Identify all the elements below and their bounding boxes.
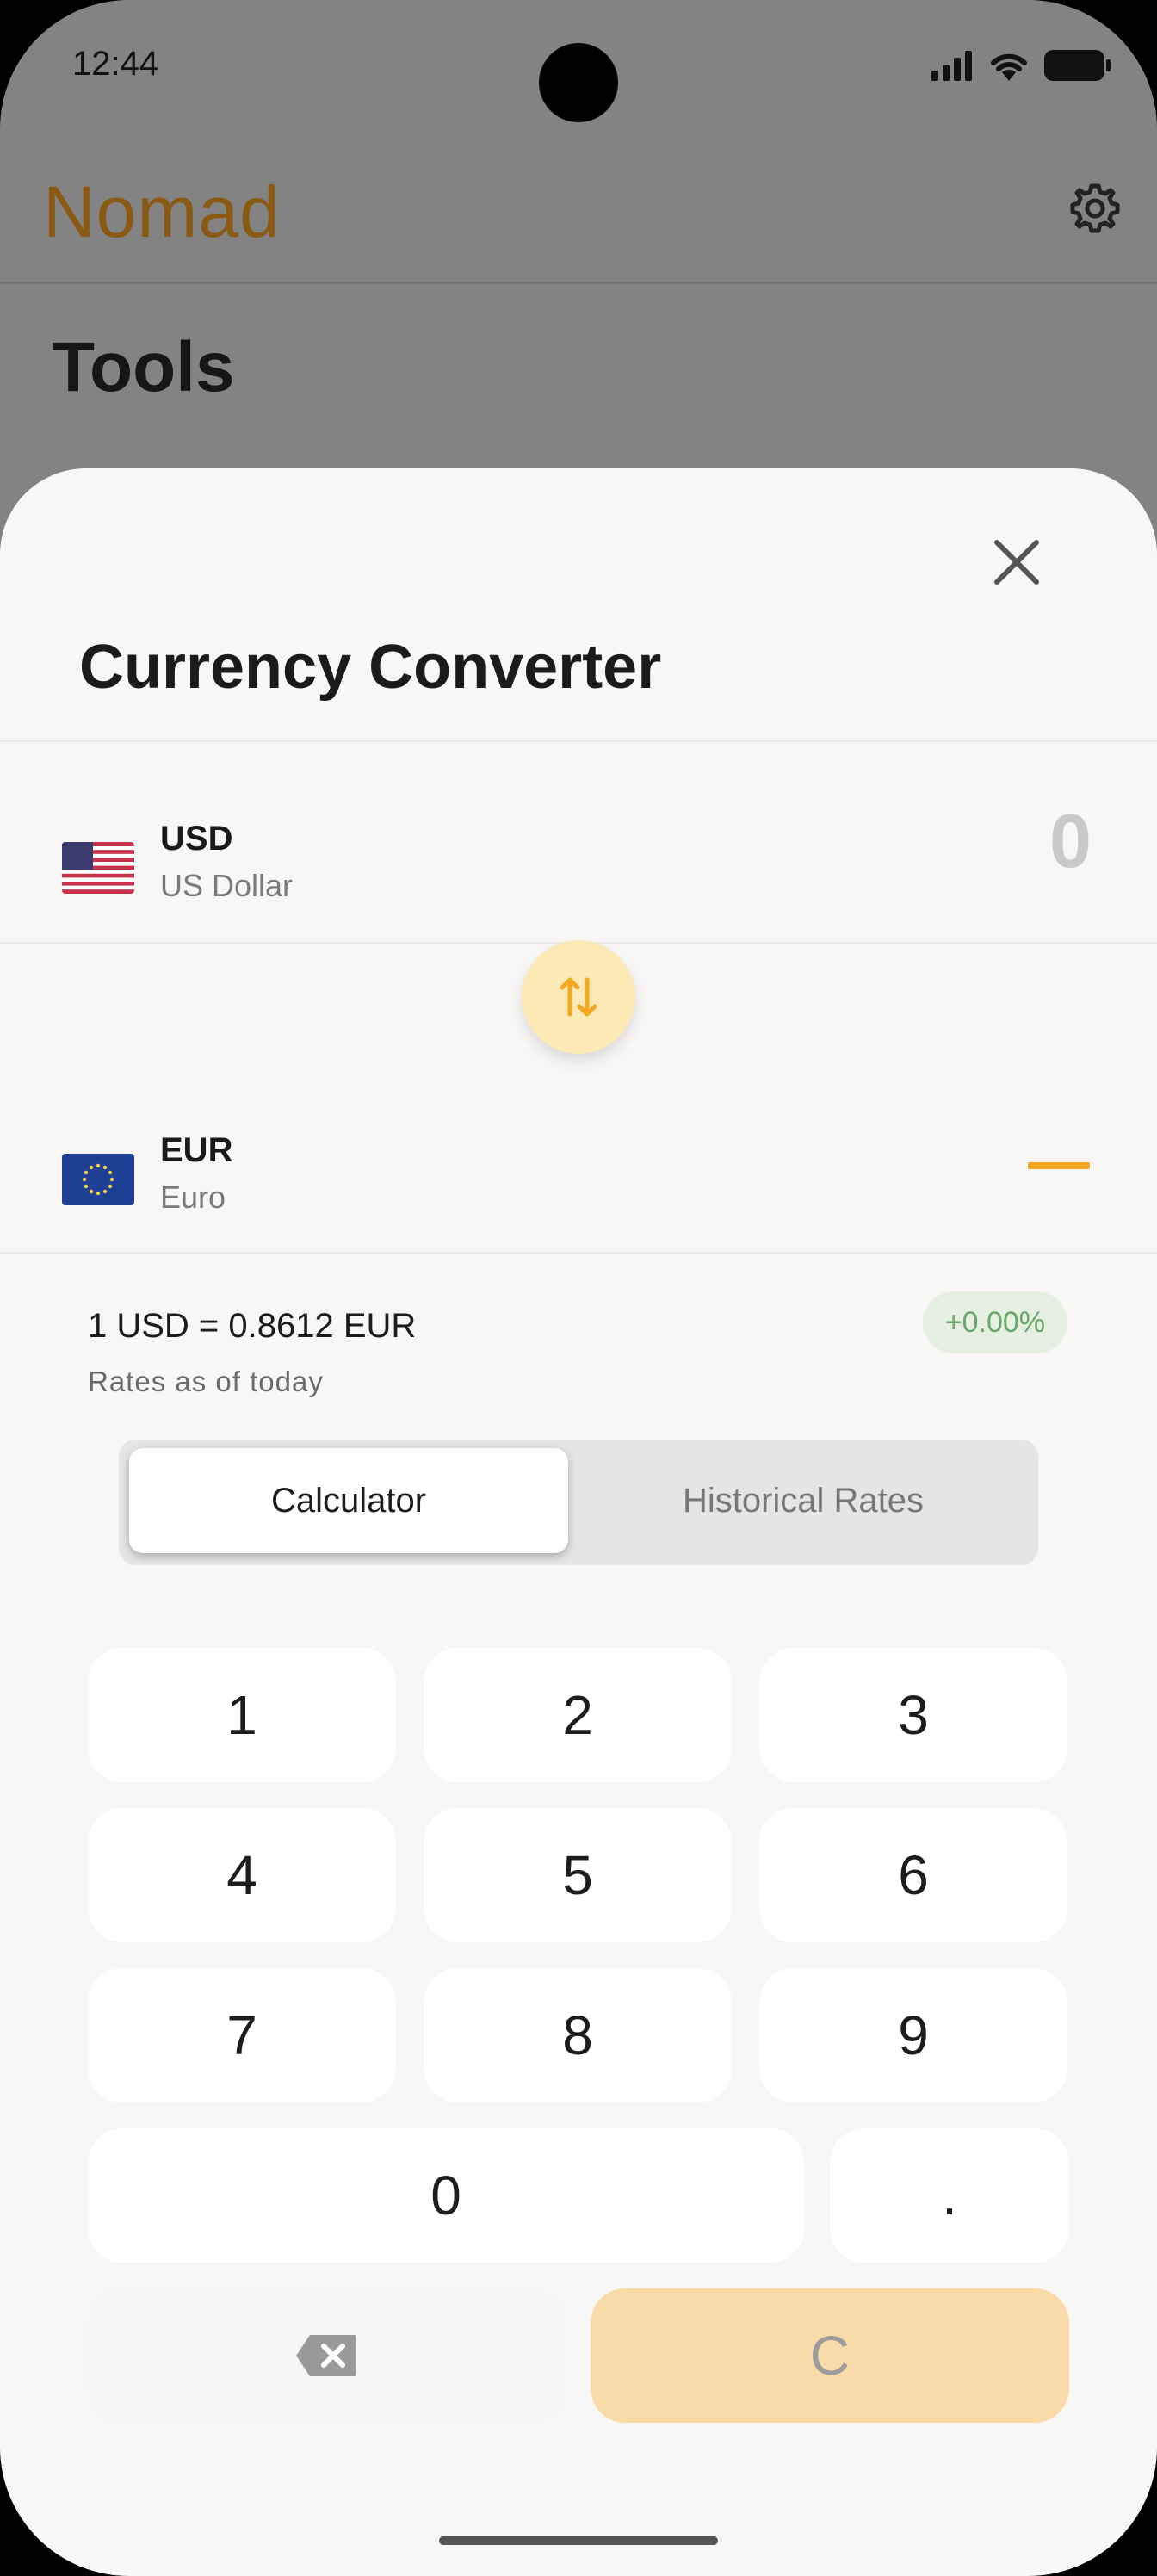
key-7[interactable]: 7 [88,1968,396,2102]
key-decimal[interactable]: . [830,2128,1069,2263]
key-9[interactable]: 9 [759,1968,1067,2102]
wifi-icon [991,53,1027,81]
camera-cutout [539,43,618,122]
key-8[interactable]: 8 [424,1968,732,2102]
signal-icon [931,51,972,81]
swap-icon [560,977,597,1017]
to-currency-code: EUR [160,1131,233,1169]
eu-flag-icon [62,1154,134,1205]
key-1[interactable]: 1 [88,1648,396,1782]
app-header: Nomad [0,129,1157,284]
from-currency-code: USD [160,820,233,858]
to-amount-placeholder [1028,1162,1090,1169]
mode-segmented-control: Calculator Historical Rates [119,1440,1038,1565]
key-3[interactable]: 3 [759,1648,1067,1782]
battery-icon [1044,50,1111,81]
divider [0,1252,1157,1254]
currency-converter-sheet: Currency Converter USD US Dollar 0 EUR E… [0,468,1157,2576]
key-2[interactable]: 2 [424,1648,732,1782]
us-flag-icon [62,842,134,894]
sheet-title: Currency Converter [79,633,662,702]
key-5[interactable]: 5 [424,1808,732,1942]
gear-icon[interactable] [1067,181,1123,236]
phone-screen: 12:44 Nomad Tools Currency Converter USD… [0,0,1157,2576]
from-currency-row[interactable]: USD US Dollar 0 [0,742,1157,942]
status-bar: 12:44 [0,0,1157,129]
tab-calculator[interactable]: Calculator [129,1448,568,1553]
tab-historical-rates[interactable]: Historical Rates [575,1448,1031,1553]
to-currency-name: Euro [160,1180,226,1215]
swap-button[interactable] [522,940,635,1054]
from-amount: 0 [1049,798,1092,883]
key-0[interactable]: 0 [88,2128,804,2263]
status-icons [930,45,1112,86]
status-time: 12:44 [72,45,159,83]
to-currency-row[interactable]: EUR Euro [0,1056,1157,1255]
clear-button[interactable]: C [591,2288,1069,2423]
rate-change-badge: +0.00% [922,1291,1067,1353]
page-title: Tools [52,328,235,406]
rate-date: Rates as of today [88,1365,324,1397]
home-indicator[interactable] [439,2536,718,2545]
close-icon[interactable] [988,534,1045,591]
brand-logo: Nomad [43,171,281,252]
from-currency-name: US Dollar [160,868,294,903]
key-4[interactable]: 4 [88,1808,396,1942]
backspace-icon [296,2335,356,2376]
backspace-button[interactable] [88,2288,565,2423]
key-6[interactable]: 6 [759,1808,1067,1942]
exchange-rate: 1 USD = 0.8612 EUR [88,1307,417,1345]
